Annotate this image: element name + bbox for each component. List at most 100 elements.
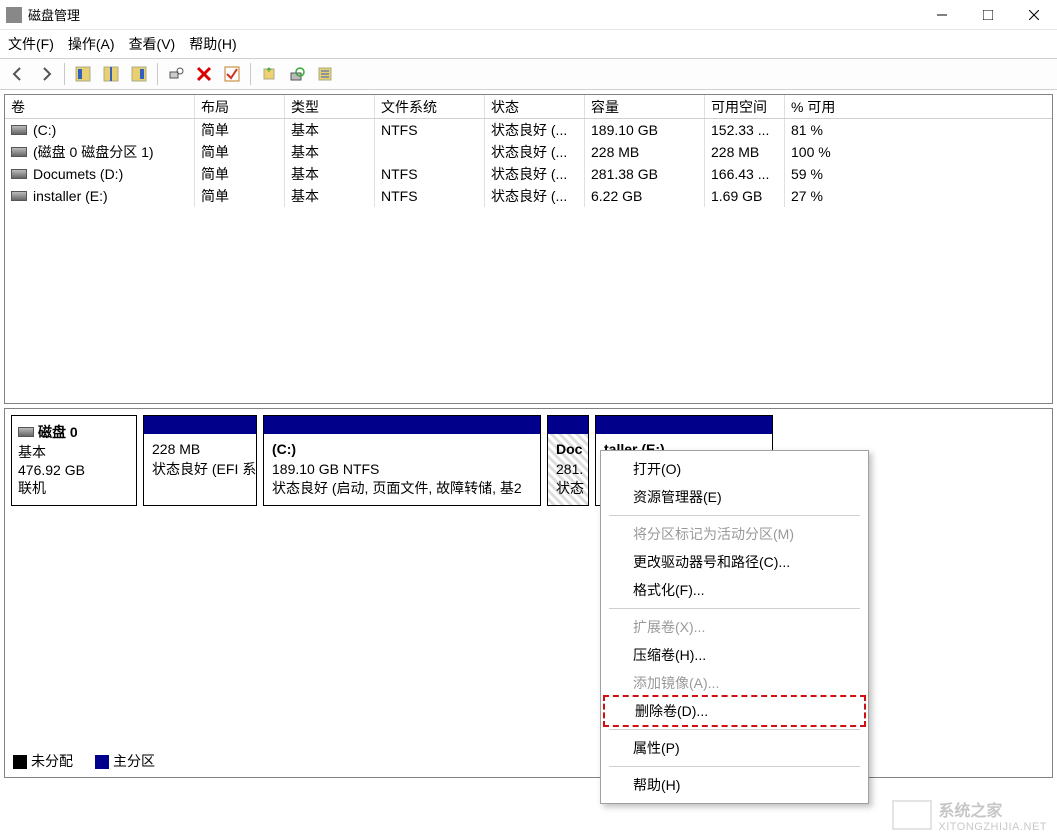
disk-size: 476.92 GB [18, 462, 130, 478]
watermark: 系统之家 XITONGZHIJIA.NET [892, 797, 1047, 833]
disk-map-panel: 磁盘 0 基本 476.92 GB 联机 228 MB状态良好 (EFI 系(C… [4, 408, 1053, 778]
disk-label[interactable]: 磁盘 0 基本 476.92 GB 联机 [11, 415, 137, 506]
volume-fs [375, 141, 485, 163]
ctx-delete-volume[interactable]: 删除卷(D)... [603, 695, 866, 727]
volume-pct: 59 % [785, 163, 885, 185]
minimize-button[interactable] [919, 0, 965, 30]
disk-row: 磁盘 0 基本 476.92 GB 联机 228 MB状态良好 (EFI 系(C… [5, 409, 1052, 512]
window-title: 磁盘管理 [28, 5, 80, 24]
ctx-open[interactable]: 打开(O) [603, 455, 866, 483]
partition-name: (C:) [272, 440, 532, 460]
volume-capacity: 189.10 GB [585, 119, 705, 141]
watermark-icon [892, 800, 932, 830]
refresh-icon[interactable] [257, 62, 281, 86]
ctx-help[interactable]: 帮助(H) [603, 771, 866, 799]
volume-type: 基本 [285, 163, 375, 185]
volume-status: 状态良好 (... [485, 141, 585, 163]
volume-name: (C:) [33, 122, 56, 138]
watermark-site: XITONGZHIJIA.NET [938, 821, 1047, 833]
volume-list-panel: 卷 布局 类型 文件系统 状态 容量 可用空间 % 可用 (C:)简单基本NTF… [4, 94, 1053, 404]
volume-pct: 100 % [785, 141, 885, 163]
volume-status: 状态良好 (... [485, 119, 585, 141]
layout3-icon[interactable] [127, 62, 151, 86]
volume-status: 状态良好 (... [485, 185, 585, 207]
disk-name: 磁盘 0 [38, 424, 78, 440]
volume-type: 基本 [285, 119, 375, 141]
volume-name: Documets (D:) [33, 166, 123, 182]
forward-icon[interactable] [34, 62, 58, 86]
partition-size: 189.10 GB NTFS [272, 460, 532, 480]
ctx-extend: 扩展卷(X)... [603, 613, 866, 641]
col-pct[interactable]: % 可用 [785, 95, 885, 118]
partition[interactable]: (C:)189.10 GB NTFS状态良好 (启动, 页面文件, 故障转储, … [263, 415, 541, 506]
legend-primary: 主分区 [113, 753, 155, 769]
menu-view[interactable]: 查看(V) [129, 34, 176, 54]
volume-icon [11, 147, 27, 157]
maximize-button[interactable] [965, 0, 1011, 30]
volume-icon [11, 169, 27, 179]
volume-row[interactable]: installer (E:)简单基本NTFS状态良好 (...6.22 GB1.… [5, 185, 1052, 207]
volume-pct: 27 % [785, 185, 885, 207]
volume-free: 228 MB [705, 141, 785, 163]
volume-row[interactable]: Documets (D:)简单基本NTFS状态良好 (...281.38 GB1… [5, 163, 1052, 185]
menu-action[interactable]: 操作(A) [68, 34, 115, 54]
menu-file[interactable]: 文件(F) [8, 34, 54, 54]
volume-free: 152.33 ... [705, 119, 785, 141]
col-type[interactable]: 类型 [285, 95, 375, 118]
col-layout[interactable]: 布局 [195, 95, 285, 118]
volume-fs: NTFS [375, 185, 485, 207]
layout1-icon[interactable] [71, 62, 95, 86]
delete-icon[interactable] [192, 62, 216, 86]
col-capacity[interactable]: 容量 [585, 95, 705, 118]
volume-capacity: 228 MB [585, 141, 705, 163]
ctx-properties[interactable]: 属性(P) [603, 734, 866, 762]
legend-primary-swatch [95, 755, 109, 769]
col-vol[interactable]: 卷 [5, 95, 195, 118]
volume-free: 166.43 ... [705, 163, 785, 185]
menu-help[interactable]: 帮助(H) [189, 34, 236, 54]
col-free[interactable]: 可用空间 [705, 95, 785, 118]
volume-pct: 81 % [785, 119, 885, 141]
title-bar: 磁盘管理 [0, 0, 1057, 30]
col-status[interactable]: 状态 [485, 95, 585, 118]
volume-capacity: 281.38 GB [585, 163, 705, 185]
property-icon[interactable] [164, 62, 188, 86]
rescan-icon[interactable] [285, 62, 309, 86]
app-icon [6, 7, 22, 23]
volume-layout: 简单 [195, 163, 285, 185]
disk-state: 联机 [18, 478, 130, 498]
volume-row[interactable]: (磁盘 0 磁盘分区 1)简单基本状态良好 (...228 MB228 MB10… [5, 141, 1052, 163]
col-fs[interactable]: 文件系统 [375, 95, 485, 118]
watermark-brand: 系统之家 [938, 797, 1047, 821]
volume-icon [11, 191, 27, 201]
ctx-explorer[interactable]: 资源管理器(E) [603, 483, 866, 511]
legend-unalloc: 未分配 [31, 753, 73, 769]
context-menu: 打开(O) 资源管理器(E) 将分区标记为活动分区(M) 更改驱动器号和路径(C… [600, 450, 869, 804]
volume-icon [11, 125, 27, 135]
volume-status: 状态良好 (... [485, 163, 585, 185]
legend: 未分配 主分区 [13, 751, 155, 771]
list-icon[interactable] [313, 62, 337, 86]
partition-status: 状态 [556, 479, 580, 499]
ctx-format[interactable]: 格式化(F)... [603, 576, 866, 604]
partition[interactable]: 228 MB状态良好 (EFI 系 [143, 415, 257, 506]
disk-icon [18, 427, 34, 437]
ctx-change-letter[interactable]: 更改驱动器号和路径(C)... [603, 548, 866, 576]
close-button[interactable] [1011, 0, 1057, 30]
partition-status: 状态良好 (启动, 页面文件, 故障转储, 基2 [272, 479, 532, 499]
check-icon[interactable] [220, 62, 244, 86]
volume-name: installer (E:) [33, 188, 108, 204]
ctx-shrink[interactable]: 压缩卷(H)... [603, 641, 866, 669]
layout2-icon[interactable] [99, 62, 123, 86]
menu-bar: 文件(F) 操作(A) 查看(V) 帮助(H) [0, 30, 1057, 58]
volume-capacity: 6.22 GB [585, 185, 705, 207]
volume-type: 基本 [285, 141, 375, 163]
volume-layout: 简单 [195, 185, 285, 207]
ctx-mirror: 添加镜像(A)... [603, 669, 866, 697]
volume-name: (磁盘 0 磁盘分区 1) [33, 142, 154, 162]
partition[interactable]: Doc281.状态 [547, 415, 589, 506]
disk-kind: 基本 [18, 442, 130, 462]
volume-row[interactable]: (C:)简单基本NTFS状态良好 (...189.10 GB152.33 ...… [5, 119, 1052, 141]
back-icon[interactable] [6, 62, 30, 86]
partition-name: Doc [556, 440, 580, 460]
